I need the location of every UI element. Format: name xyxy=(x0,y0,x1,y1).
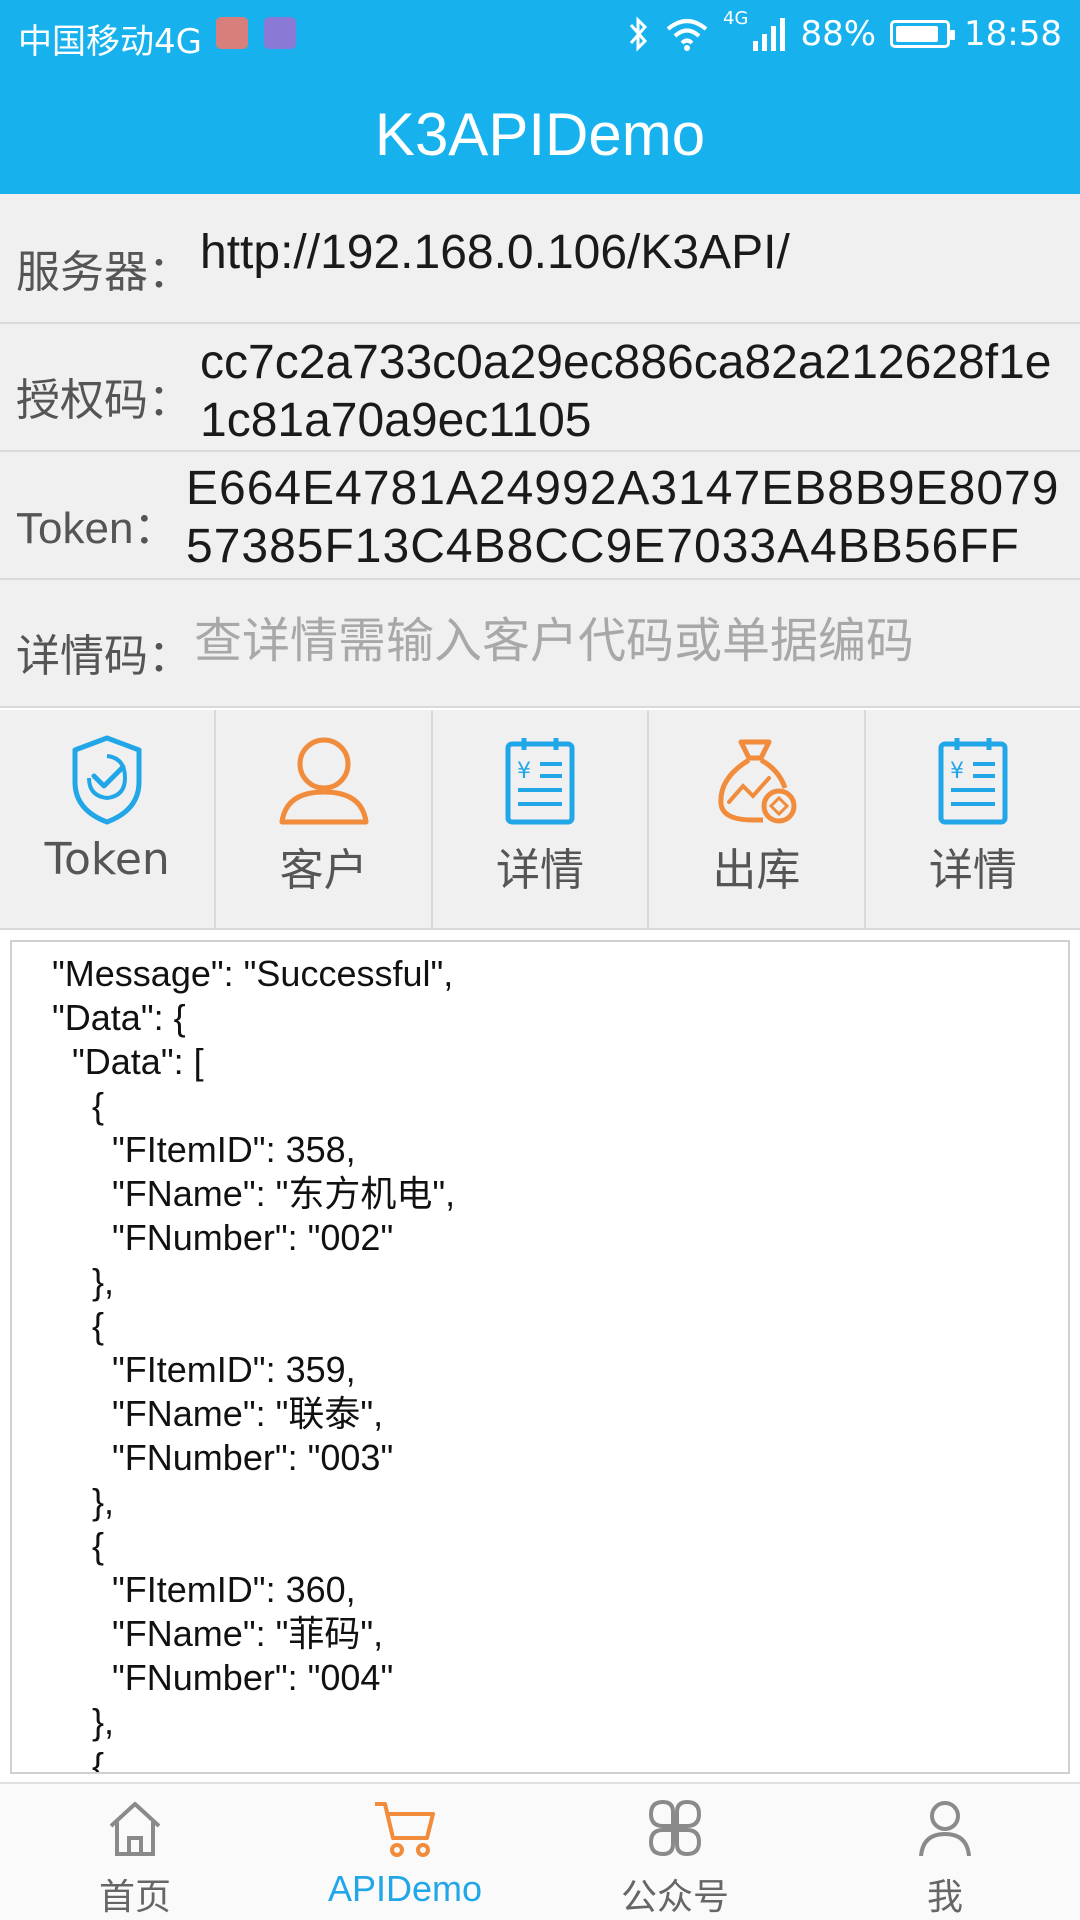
detail-button-2[interactable]: ¥ 详情 xyxy=(866,710,1080,928)
json-output-panel[interactable]: "Message": "Successful", "Data": { "Data… xyxy=(10,940,1070,1774)
nav-home[interactable]: 首页 xyxy=(0,1784,270,1920)
cart-icon xyxy=(375,1802,435,1857)
svg-text:¥: ¥ xyxy=(517,759,531,784)
nav-me[interactable]: 我 xyxy=(810,1784,1080,1920)
token-label: Token： xyxy=(16,504,178,553)
status-indicators: 4G 88% 18:58 xyxy=(627,8,1062,54)
clock: 18:58 xyxy=(964,14,1062,54)
home-icon xyxy=(109,1802,161,1856)
token-button[interactable]: Token xyxy=(0,710,217,928)
nav-official-account[interactable]: 公众号 xyxy=(540,1784,810,1920)
signal-icon xyxy=(753,18,786,51)
action-label: Token xyxy=(44,834,170,885)
battery-icon xyxy=(890,20,956,48)
battery-percent: 88% xyxy=(800,14,877,54)
token-value[interactable]: E664E4781A24992A3147EB8B9E807957385F13C4… xyxy=(186,460,1066,576)
action-label: 详情 xyxy=(496,845,585,896)
mail-notification-icon xyxy=(216,17,248,49)
detail-code-input[interactable] xyxy=(194,606,1064,676)
bluetooth-icon xyxy=(629,16,648,52)
app-title: K3APIDemo xyxy=(374,101,706,168)
invoice-icon: ¥ xyxy=(505,738,575,825)
svg-text:¥: ¥ xyxy=(950,759,964,784)
nav-label: 我 xyxy=(926,1877,963,1918)
customer-button[interactable]: 客户 xyxy=(216,710,433,928)
config-form: 服务器： http://192.168.0.106/K3API/ 授权码： cc… xyxy=(0,194,1080,708)
action-label: 详情 xyxy=(928,845,1017,896)
person-icon xyxy=(279,737,369,825)
network-type: 4G xyxy=(723,7,749,29)
apps-icon xyxy=(648,1799,702,1857)
server-label: 服务器： xyxy=(16,247,192,298)
image-notification-icon xyxy=(264,17,296,49)
outbound-button[interactable]: 出库 xyxy=(649,710,866,928)
auth-code-value[interactable]: cc7c2a733c0a29ec886ca82a212628f1e1c81a70… xyxy=(200,334,1060,450)
action-grid: Token 客户 ¥ 详情 出库 ¥ 详情 xyxy=(0,710,1080,930)
detail-button[interactable]: ¥ 详情 xyxy=(433,710,650,928)
bottom-nav: 首页 APIDemo 公众号 我 xyxy=(0,1782,1080,1920)
carrier-label: 中国移动4G xyxy=(18,22,202,62)
invoice-icon: ¥ xyxy=(938,738,1008,825)
nav-label: 公众号 xyxy=(620,1877,729,1918)
nav-label: 首页 xyxy=(98,1877,171,1918)
shield-check-icon xyxy=(72,735,142,825)
action-label: 出库 xyxy=(712,845,801,896)
server-row[interactable]: 服务器： http://192.168.0.106/K3API/ xyxy=(0,194,1080,324)
token-row[interactable]: Token： E664E4781A24992A3147EB8B9E8079573… xyxy=(0,452,1080,580)
nav-label: APIDemo xyxy=(327,1868,483,1909)
detail-code-label: 详情码： xyxy=(16,631,192,682)
action-label: 客户 xyxy=(279,845,368,896)
app-header: 中国移动4G 4G 88% 18:58 K3APIDemo xyxy=(0,0,1080,194)
wifi-icon xyxy=(666,19,708,51)
money-bag-icon xyxy=(718,739,797,824)
auth-code-row[interactable]: 授权码： cc7c2a733c0a29ec886ca82a212628f1e1c… xyxy=(0,324,1080,452)
json-output-text: "Message": "Successful", "Data": { "Data… xyxy=(52,953,456,1774)
auth-code-label: 授权码： xyxy=(16,375,192,426)
detail-code-row[interactable]: 详情码： xyxy=(0,580,1080,708)
battery-fill xyxy=(896,26,939,42)
profile-icon xyxy=(919,1801,971,1857)
server-value[interactable]: http://192.168.0.106/K3API/ xyxy=(200,224,790,282)
status-bar: 中国移动4G 4G 88% 18:58 xyxy=(0,0,1080,70)
nav-apidemo[interactable]: APIDemo xyxy=(270,1784,540,1920)
